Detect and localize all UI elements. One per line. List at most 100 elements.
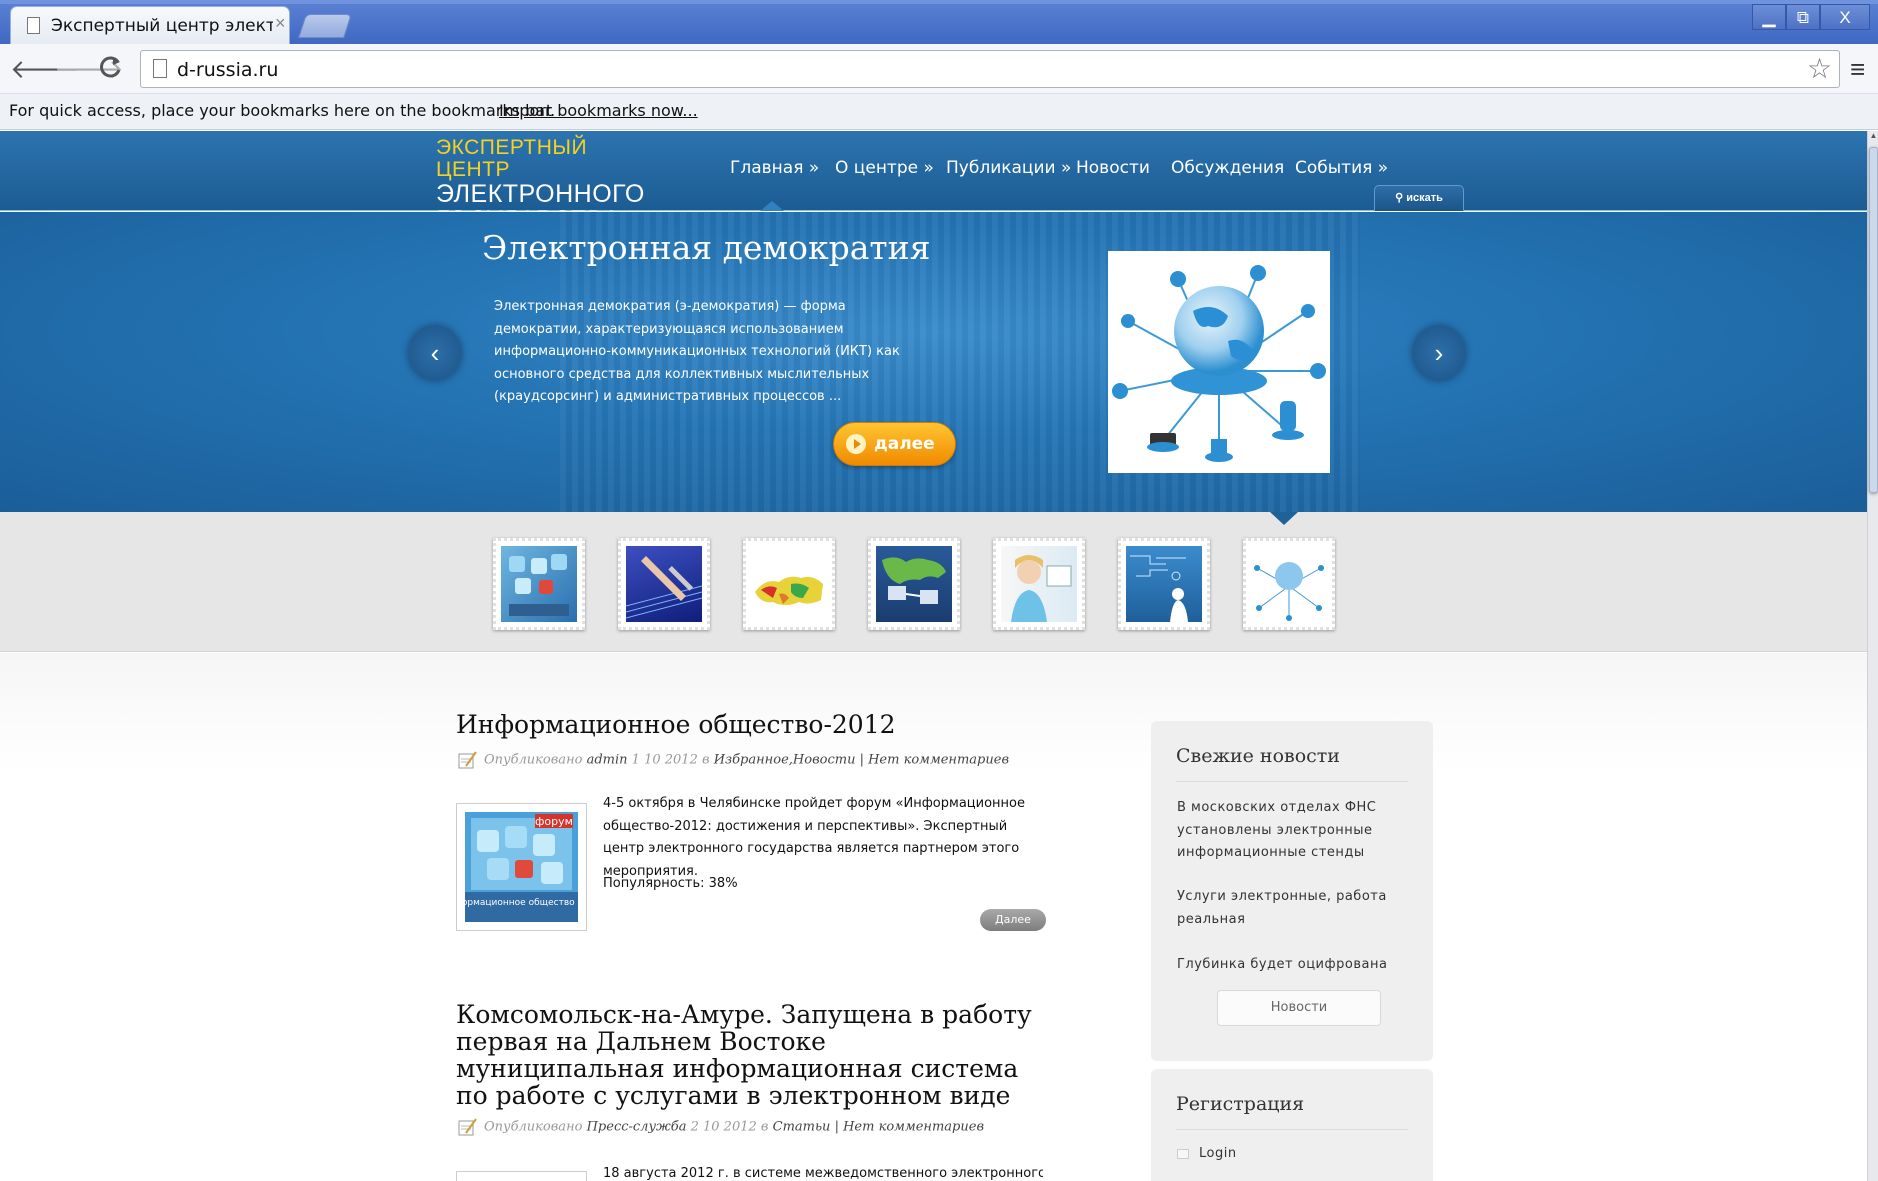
post-comments[interactable]: | Нет комментариев — [835, 1120, 984, 1135]
thumbnail-7[interactable] — [1243, 538, 1335, 630]
new-tab-button[interactable] — [298, 14, 352, 38]
scroll-thumb[interactable] — [1869, 147, 1878, 493]
slide-more-label: далее — [874, 434, 935, 454]
thumbnail-3[interactable] — [743, 538, 835, 630]
network-globe-illustration — [1112, 265, 1326, 462]
widget-divider — [1176, 781, 1408, 782]
page-icon — [153, 59, 167, 78]
post-more-button[interactable]: Далее — [980, 909, 1046, 931]
thumbnail-1[interactable] — [493, 538, 585, 630]
login-link[interactable]: Login — [1199, 1143, 1431, 1166]
title-bar-edge — [0, 0, 1878, 4]
post-meta-prefix: Опубликовано — [484, 752, 583, 768]
nav-item-publications[interactable]: Публикации » — [946, 158, 1071, 178]
forward-arrow-icon[interactable]: 🡒 — [54, 54, 124, 84]
nav-item-discussions[interactable]: Обсуждения — [1171, 158, 1284, 178]
post-title[interactable]: Комсомольск-на-Амуре. Запущена в работу … — [456, 1001, 1036, 1109]
post-comments[interactable]: | Нет комментариев — [860, 753, 1009, 768]
widget-registration: Регистрация Login — [1151, 1069, 1433, 1181]
thumbnail-6[interactable] — [1118, 538, 1210, 630]
nav-item-home[interactable]: Главная » — [730, 158, 819, 178]
next-arrow-icon[interactable]: › — [1412, 325, 1466, 381]
russia-map-thumb-art — [755, 576, 823, 605]
nav-item-events[interactable]: События » — [1295, 158, 1388, 178]
post-popularity: Популярность: 38% — [603, 876, 738, 891]
widget-fresh-news: Свежие новости В московских отделах ФНС … — [1151, 721, 1433, 1061]
nav-active-indicator — [760, 201, 784, 211]
reload-icon[interactable] — [96, 54, 126, 84]
post-categories[interactable]: Избранное,Новости — [714, 753, 856, 768]
slider-thumbnails — [0, 512, 1867, 652]
import-bookmarks-link[interactable]: Import bookmarks now... — [499, 101, 698, 120]
browser-toolbar: 🡐 🡒 d-russia.ru ☆ ≡ — [0, 44, 1878, 94]
logo-line-1: ЭКСПЕРТНЫЙ ЦЕНТР — [436, 136, 588, 181]
close-window-button[interactable]: X — [1820, 4, 1870, 30]
thumb-caption-bottom: Информационное общество 2012 — [457, 898, 586, 908]
widget-title: Регистрация — [1176, 1093, 1305, 1115]
login-icon — [1177, 1149, 1189, 1159]
search-label: искать — [1406, 192, 1443, 204]
reload-svg — [100, 56, 121, 78]
featured-slider: Электронная демократия Электронная демок… — [0, 212, 1867, 512]
browser-tab[interactable]: Экспертный центр электро × — [10, 6, 290, 44]
main-content: Информационное общество-2012 Опубликован… — [0, 653, 1867, 1181]
tab-close-icon[interactable]: × — [275, 13, 286, 34]
slide-more-button[interactable]: далее — [833, 422, 956, 466]
post-date: 2 10 2012 в — [690, 1119, 769, 1135]
forum-thumb-art — [509, 554, 569, 616]
post-author[interactable]: admin — [587, 753, 628, 768]
slide-text: Электронная демократия (э-демократия) — … — [494, 299, 900, 404]
widget-title: Свежие новости — [1176, 745, 1340, 767]
post-excerpt: 18 августа 2012 г. в системе межведомств… — [603, 1166, 1043, 1181]
scroll-up-icon[interactable]: ▲ — [1869, 131, 1878, 145]
page-icon — [27, 17, 40, 34]
post-meta: Опубликовано admin 1 10 2012 в Избранное… — [458, 751, 1009, 769]
forum-2012-illustration: форум Информационное общество 2012 — [442, 812, 600, 922]
url-text[interactable]: d-russia.ru — [177, 59, 278, 81]
logo-line-2: ЭЛЕКТРОННОГО — [436, 180, 645, 208]
thumbnail-4[interactable] — [868, 538, 960, 630]
memo-svg — [458, 751, 477, 769]
thumbnail-2[interactable] — [618, 538, 710, 630]
nav-item-about[interactable]: О центре » — [835, 158, 934, 178]
nav-item-news[interactable]: Новости — [1076, 158, 1150, 178]
globe-thumb-art — [1254, 562, 1324, 621]
post-title[interactable]: Информационное общество-2012 — [456, 711, 1036, 738]
news-button[interactable]: Новости — [1217, 990, 1381, 1026]
memo-icon — [458, 1118, 478, 1136]
post-meta: Опубликовано Пресс-служба 2 10 2012 в Ст… — [458, 1118, 984, 1136]
search-button[interactable]: ⚲ искать — [1374, 185, 1464, 211]
prev-arrow-icon[interactable]: ‹ — [408, 325, 462, 381]
post-categories[interactable]: Статьи — [773, 1120, 831, 1135]
post-thumbnail[interactable] — [456, 1171, 587, 1181]
news-item[interactable]: В московских отделах ФНС установлены эле… — [1177, 797, 1409, 865]
restore-button[interactable]: ⧉ — [1786, 4, 1820, 30]
vertical-scrollbar[interactable]: ▲ — [1867, 131, 1878, 1181]
back-arrow-icon[interactable]: 🡐 — [10, 54, 80, 84]
pen-thumb-art — [626, 556, 702, 619]
minimize-button[interactable]: ▁ — [1752, 4, 1786, 30]
bookmarks-hint: For quick access, place your bookmarks h… — [9, 101, 556, 120]
memo-icon — [458, 751, 478, 769]
figure-board-thumb-art — [1130, 555, 1188, 622]
post-author[interactable]: Пресс-служба — [587, 1120, 687, 1135]
post-thumbnail[interactable]: форум Информационное общество 2012 — [442, 803, 600, 931]
post-date: 1 10 2012 в — [631, 752, 710, 768]
operator-thumb-art — [1011, 555, 1072, 622]
title-bar: Экспертный центр электро × ▁ ⧉ X — [0, 0, 1878, 44]
slide-image-network-globe[interactable] — [1108, 251, 1330, 473]
news-item[interactable]: Глубинка будет оцифрована — [1177, 954, 1409, 977]
bookmarks-bar: For quick access, place your bookmarks h… — [0, 94, 1878, 130]
news-item[interactable]: Услуги электронные, работа реальная — [1177, 886, 1409, 931]
thumbnail-5[interactable] — [993, 538, 1085, 630]
slide-title[interactable]: Электронная демократия — [482, 228, 930, 267]
bookmark-star-icon[interactable]: ☆ — [1807, 52, 1832, 85]
post-meta-prefix: Опубликовано — [484, 1119, 583, 1135]
address-bar[interactable]: d-russia.ru ☆ — [140, 50, 1840, 88]
network-map-thumb-art — [882, 557, 946, 604]
memo-svg — [458, 1118, 477, 1136]
tab-title: Экспертный центр электро — [51, 16, 273, 36]
widget-divider — [1176, 1129, 1408, 1130]
menu-icon[interactable]: ≡ — [1850, 54, 1865, 85]
site-header: ЭКСПЕРТНЫЙ ЦЕНТР ЭЛЕКТРОННОГО ГОСУДАРСТВ… — [0, 131, 1867, 233]
